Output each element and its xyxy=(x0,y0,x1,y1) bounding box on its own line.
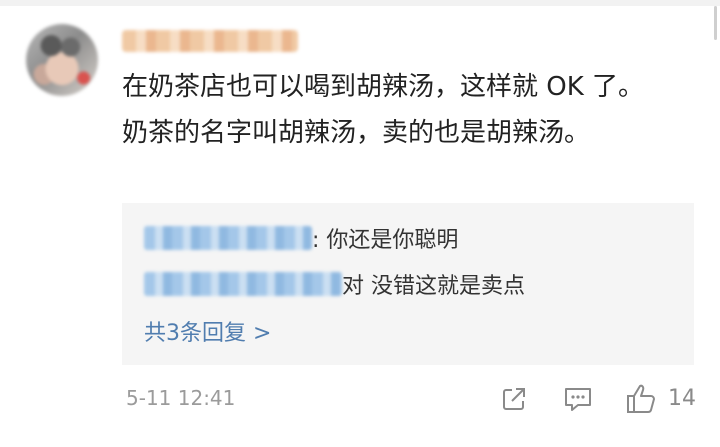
reply-text: : 你还是你聪明 xyxy=(312,228,459,253)
top-divider xyxy=(0,0,720,6)
reply-username-blurred[interactable] xyxy=(144,272,342,296)
timestamp: 5-11 12:41 xyxy=(126,386,236,410)
reply-item: 对 没错这就是卖点 xyxy=(122,267,525,301)
comment-text: 在奶茶店也可以喝到胡辣汤，这样就 OK 了。奶茶的名字叫胡辣汤，卖的也是胡辣汤。 xyxy=(122,72,645,148)
like-count: 14 xyxy=(668,386,696,411)
comment-icon[interactable] xyxy=(562,384,594,414)
reply-username-blurred[interactable] xyxy=(144,226,312,250)
scrollbar[interactable] xyxy=(714,6,717,40)
share-icon[interactable] xyxy=(500,385,528,413)
username-blurred[interactable] xyxy=(122,30,298,52)
reply-text: 对 没错这就是卖点 xyxy=(342,274,525,299)
avatar[interactable] xyxy=(26,24,98,96)
more-replies-link[interactable]: 共3条回复 > xyxy=(144,315,271,347)
reply-box: : 你还是你聪明 对 没错这就是卖点 共3条回复 > xyxy=(122,203,694,365)
reply-item: : 你还是你聪明 xyxy=(122,221,458,255)
like-icon[interactable] xyxy=(624,382,660,416)
